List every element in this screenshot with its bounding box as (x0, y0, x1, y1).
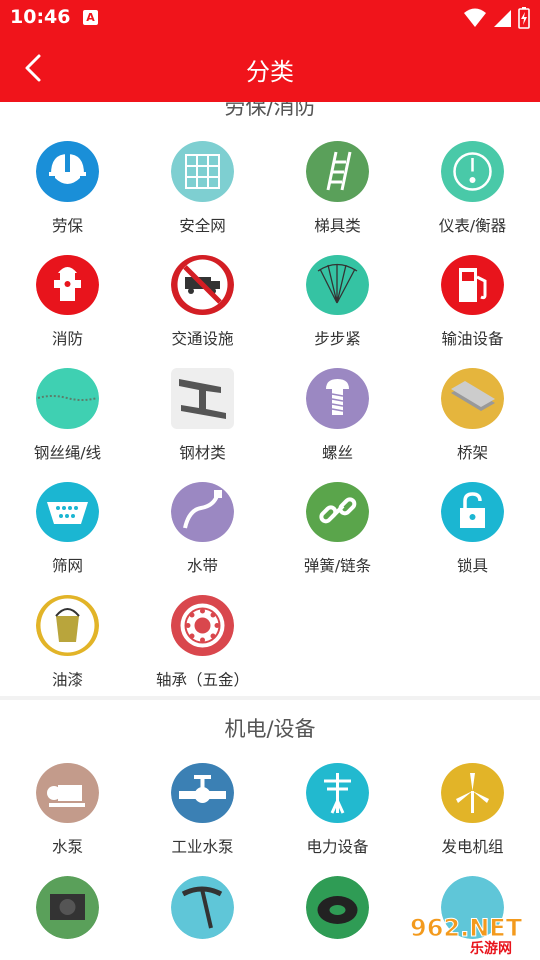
category-label: 梯具类 (314, 216, 361, 235)
section-title: 劳保/消防 (224, 102, 316, 119)
no-truck-sign-icon (171, 254, 234, 315)
water-pump-icon (36, 762, 99, 823)
category-item[interactable]: 输油设备 (405, 236, 540, 350)
section-safety-fire: 劳保/消防 劳保 安全网 梯具类 仪表/衡器消防 交通设施 步步紧 输油设备钢丝绳/线 钢材类… (0, 102, 540, 690)
status-time: 10:46 (10, 6, 71, 28)
category-item[interactable]: 锁具 (405, 463, 540, 577)
category-item[interactable]: 交通设施 (135, 236, 270, 350)
wifi-icon (464, 8, 486, 27)
sieve-icon (36, 481, 99, 542)
category-label: 筛网 (51, 557, 83, 575)
steel-beam-icon (171, 368, 234, 429)
category-item[interactable]: 发电机组 (405, 744, 540, 858)
category-label: 工业水泵 (171, 838, 234, 856)
category-item[interactable]: 水带 (135, 463, 270, 577)
category-item[interactable]: 安全网 (135, 122, 270, 236)
fuel-pump-icon (441, 254, 504, 315)
status-icons (464, 7, 530, 29)
category-list[interactable]: 劳保/消防 劳保 安全网 梯具类 仪表/衡器消防 交通设施 步步紧 输油设备钢丝绳/线 钢材类… (0, 102, 540, 960)
bearing-icon (171, 595, 234, 656)
chain-icon (306, 481, 369, 542)
battery-icon (518, 7, 530, 29)
category-item[interactable]: 钢丝绳/线 (0, 349, 135, 463)
wind-turbine-icon (441, 762, 504, 823)
lock-icon (441, 481, 504, 542)
signal-icon (494, 10, 511, 27)
status-bar: 10:46 A (0, 0, 540, 36)
category-label: 油漆 (51, 670, 83, 689)
category-item[interactable]: 弹簧/链条 (270, 463, 405, 577)
category-label: 步步紧 (314, 330, 361, 348)
category-item[interactable]: 钢材类 (135, 349, 270, 463)
generator-icon (36, 876, 99, 939)
category-label: 劳保 (51, 216, 83, 235)
category-item[interactable]: 消防 (0, 236, 135, 350)
category-label: 钢丝绳/线 (33, 443, 102, 462)
valve-icon (171, 762, 234, 823)
app-header: 分类 (0, 36, 540, 102)
pickaxe-icon (171, 876, 234, 939)
wire-rope-icon (36, 368, 99, 429)
category-label: 钢材类 (179, 443, 226, 462)
category-label: 发电机组 (441, 838, 504, 856)
category-item[interactable]: 轴承（五金） (135, 576, 270, 690)
category-label: 仪表/衡器 (438, 216, 507, 235)
category-item[interactable]: 油漆 (0, 576, 135, 690)
cable-tray-icon (441, 368, 504, 429)
category-item[interactable]: 工业水泵 (135, 744, 270, 858)
category-label: 锁具 (456, 557, 488, 575)
fire-hydrant-icon (36, 254, 99, 315)
category-item[interactable]: 梯具类 (270, 122, 405, 236)
ladder-icon (306, 141, 369, 202)
power-pole-icon (306, 762, 369, 823)
category-label: 弹簧/链条 (303, 557, 372, 575)
category-item[interactable]: 水泵 (0, 744, 135, 858)
water-hose-icon (171, 481, 234, 542)
category-label: 安全网 (179, 216, 226, 235)
helmet-icon (36, 141, 99, 202)
category-label: 桥架 (456, 443, 488, 462)
category-item[interactable]: 电力设备 (270, 744, 405, 858)
section-divider (0, 695, 540, 700)
category-label: 水带 (186, 557, 218, 575)
category-item[interactable]: 桥架 (405, 349, 540, 463)
category-label: 交通设施 (171, 330, 234, 348)
category-label: 电力设备 (306, 838, 369, 856)
category-item[interactable]: 螺丝 (270, 349, 405, 463)
paint-bucket-icon (36, 595, 99, 656)
cable-tie-icon (306, 254, 369, 315)
category-grid: 劳保 安全网 梯具类 仪表/衡器消防 交通设施 步步紧 输油设备钢丝绳/线 钢材类 螺丝 桥架筛网… (0, 122, 540, 690)
category-label: 消防 (51, 330, 83, 348)
category-label: 螺丝 (321, 443, 353, 462)
page-title: 分类 (246, 58, 294, 86)
watermark-text: 962.NET (410, 914, 523, 942)
category-item[interactable]: 筛网 (0, 463, 135, 577)
category-item[interactable] (270, 857, 405, 960)
category-item[interactable]: 仪表/衡器 (405, 122, 540, 236)
watermark-sub: 乐游网 (470, 940, 512, 956)
category-label: 水泵 (51, 838, 83, 856)
category-item[interactable]: 步步紧 (270, 236, 405, 350)
category-item[interactable]: 劳保 (0, 122, 135, 236)
safety-net-icon (171, 141, 234, 202)
category-label: 轴承（五金） (155, 670, 249, 689)
cable-coil-icon (306, 876, 369, 939)
screw-icon (306, 368, 369, 429)
gauge-icon (441, 141, 504, 202)
notification-badge-icon: A (83, 10, 98, 25)
watermark-logo: 962.NET 乐游网 (404, 910, 534, 958)
category-item[interactable] (135, 857, 270, 960)
category-label: 输油设备 (441, 330, 504, 348)
category-item[interactable] (0, 857, 135, 960)
